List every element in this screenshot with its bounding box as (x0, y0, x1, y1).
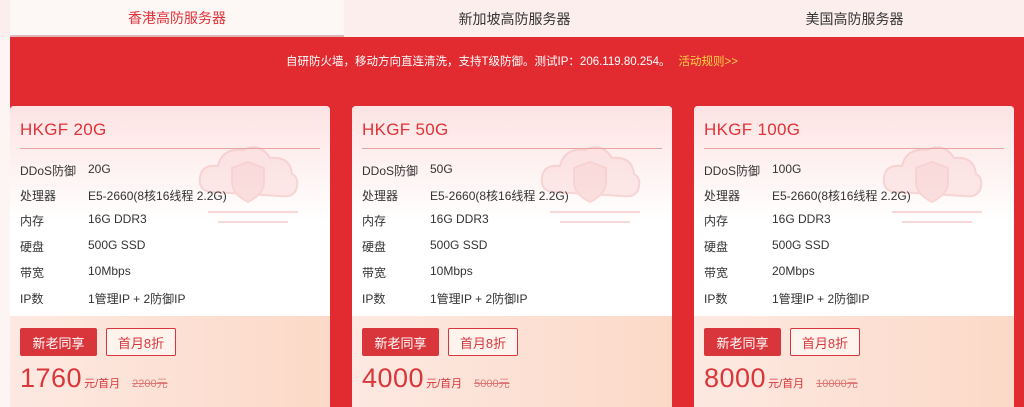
spec-row-disk: 硬盘 500G SSD (704, 238, 829, 255)
pricing-area: 新老同享 首月8折 4000 元/首月 5000元 (352, 316, 672, 407)
card-title: HKGF 50G (362, 120, 449, 139)
tab-hong-kong[interactable]: 香港高防服务器 (10, 0, 344, 37)
spec-label: DDoS防御 (362, 164, 419, 178)
spec-row-ip: IP数 1管理IP + 2防御IP (704, 290, 869, 307)
spec-row-cpu: 处理器 E5-2660(8核16线程 2.2G) (20, 187, 227, 204)
price-value: 4000 (362, 363, 425, 393)
notice-bar: 自研防火墙，移动方向直连清洗，支持T级防御。测试IP：206.119.80.25… (0, 37, 1024, 85)
price: 8000 元/首月 10000元 (704, 363, 858, 394)
pricing-area: 新老同享 首月8折 1760 元/首月 2200元 (10, 316, 330, 407)
price-unit: 元/首月 (84, 378, 121, 390)
spec-label: 带宽 (362, 266, 387, 280)
product-card: HKGF 100G DDoS防御 100G 处理器 E5-2660(8核16线程… (694, 106, 1014, 407)
card-title: HKGF 20G (20, 120, 107, 139)
spec-row-ddos: DDoS防御 20G (20, 162, 111, 179)
spec-value: E5-2660(8核16线程 2.2G) (88, 189, 227, 203)
spec-value: 16G DDR3 (88, 212, 147, 226)
spec-value: 500G SSD (88, 238, 146, 252)
title-divider (362, 148, 662, 149)
price: 4000 元/首月 5000元 (362, 363, 510, 394)
product-card: HKGF 20G DDoS防御 20G 处理器 E5-2660(8核16线程 2… (10, 106, 330, 407)
spec-row-bandwidth: 带宽 10Mbps (362, 264, 473, 281)
tab-singapore[interactable]: 新加坡高防服务器 (344, 0, 685, 37)
price: 1760 元/首月 2200元 (20, 363, 168, 394)
activity-rules-link[interactable]: 活动规则>> (679, 53, 738, 69)
discount-badge[interactable]: 首月8折 (790, 328, 860, 356)
spec-value: 20G (88, 162, 111, 176)
region-tabs: 香港高防服务器 新加坡高防服务器 美国高防服务器 (0, 0, 1024, 37)
shared-offer-badge[interactable]: 新老同享 (362, 328, 439, 356)
title-divider (704, 148, 1004, 149)
original-price: 10000元 (816, 378, 858, 390)
spec-value: 500G SSD (430, 238, 488, 252)
spec-value: 1管理IP + 2防御IP (772, 292, 870, 306)
spec-row-ip: IP数 1管理IP + 2防御IP (20, 290, 185, 307)
cloud-shield-icon (540, 146, 641, 223)
spec-label: IP数 (362, 292, 386, 306)
spec-value: 16G DDR3 (430, 212, 489, 226)
spec-value: 50G (430, 162, 453, 176)
spec-label: IP数 (20, 292, 44, 306)
spec-value: 10Mbps (88, 264, 131, 278)
spec-label: 带宽 (20, 266, 45, 280)
price-value: 8000 (704, 363, 767, 393)
spec-row-disk: 硬盘 500G SSD (362, 238, 487, 255)
spec-label: 内存 (362, 214, 387, 228)
pricing-area: 新老同享 首月8折 8000 元/首月 10000元 (694, 316, 1014, 407)
price-unit: 元/首月 (768, 378, 805, 390)
spec-label: 内存 (704, 214, 729, 228)
spec-label: DDoS防御 (704, 164, 761, 178)
spec-row-cpu: 处理器 E5-2660(8核16线程 2.2G) (362, 187, 569, 204)
spec-label: 处理器 (704, 189, 741, 203)
spec-label: DDoS防御 (20, 164, 77, 178)
original-price: 5000元 (474, 378, 510, 390)
price-unit: 元/首月 (426, 378, 463, 390)
card-title: HKGF 100G (704, 120, 801, 139)
spec-row-cpu: 处理器 E5-2660(8核16线程 2.2G) (704, 187, 911, 204)
spec-row-ddos: DDoS防御 50G (362, 162, 453, 179)
spec-value: E5-2660(8核16线程 2.2G) (772, 189, 911, 203)
spec-label: 硬盘 (704, 240, 729, 254)
spec-row-bandwidth: 带宽 20Mbps (704, 264, 815, 281)
cloud-shield-icon (198, 146, 299, 223)
spec-value: E5-2660(8核16线程 2.2G) (430, 189, 569, 203)
cloud-shield-icon (882, 146, 983, 223)
spec-row-ip: IP数 1管理IP + 2防御IP (362, 290, 527, 307)
spec-value: 1管理IP + 2防御IP (430, 292, 528, 306)
spec-row-bandwidth: 带宽 10Mbps (20, 264, 131, 281)
shared-offer-badge[interactable]: 新老同享 (704, 328, 781, 356)
spec-value: 100G (772, 162, 802, 176)
spec-row-ram: 内存 16G DDR3 (704, 212, 831, 229)
spec-row-disk: 硬盘 500G SSD (20, 238, 145, 255)
tab-usa[interactable]: 美国高防服务器 (685, 0, 1024, 37)
notice-text: 自研防火墙，移动方向直连清洗，支持T级防御。测试IP：206.119.80.25… (286, 56, 671, 68)
product-card: HKGF 50G DDoS防御 50G 处理器 E5-2660(8核16线程 2… (352, 106, 672, 407)
spec-label: 处理器 (20, 189, 57, 203)
spec-label: 带宽 (704, 266, 729, 280)
spec-row-ram: 内存 16G DDR3 (362, 212, 489, 229)
discount-badge[interactable]: 首月8折 (106, 328, 176, 356)
spec-value: 500G SSD (772, 238, 830, 252)
spec-value: 20Mbps (772, 264, 815, 278)
price-value: 1760 (20, 363, 83, 393)
spec-value: 1管理IP + 2防御IP (88, 292, 186, 306)
spec-label: 处理器 (362, 189, 399, 203)
spec-value: 10Mbps (430, 264, 473, 278)
spec-row-ram: 内存 16G DDR3 (20, 212, 147, 229)
original-price: 2200元 (132, 378, 168, 390)
spec-label: 内存 (20, 214, 45, 228)
spec-value: 16G DDR3 (772, 212, 831, 226)
spec-row-ddos: DDoS防御 100G (704, 162, 801, 179)
spec-label: IP数 (704, 292, 728, 306)
spec-label: 硬盘 (362, 240, 387, 254)
spec-label: 硬盘 (20, 240, 45, 254)
title-divider (20, 148, 320, 149)
shared-offer-badge[interactable]: 新老同享 (20, 328, 97, 356)
discount-badge[interactable]: 首月8折 (448, 328, 518, 356)
